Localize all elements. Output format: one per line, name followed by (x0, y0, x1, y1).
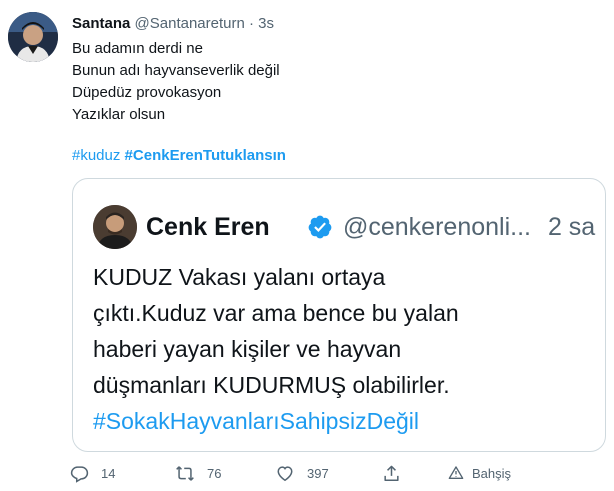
tweet-header: Santana @Santanareturn · 3s (72, 14, 274, 34)
reply-icon (70, 465, 89, 483)
quoted-line: çıktı.Kuduz var ama bence bu yalan (93, 300, 459, 326)
hashtag-link[interactable]: #CenkErenTutuklansın (125, 147, 286, 164)
quoted-timestamp: 2 sa (547, 213, 596, 241)
retweet-count: 76 (207, 465, 222, 481)
quoted-author-handle-time: @cenkerenonli... 2 sa (343, 213, 595, 242)
quoted-author-name: Cenk Eren (146, 213, 270, 241)
retweet-icon (176, 465, 194, 481)
quoted-author-avatar (93, 205, 137, 249)
tip-label: Bahşiş (472, 465, 512, 481)
tweet-line: Yazıklar olsun (72, 106, 166, 123)
tweet-action-bar: 14 76 397 Bahşiş (70, 456, 610, 490)
share-button[interactable] (382, 456, 401, 490)
retweet-button[interactable]: 76 (175, 456, 221, 490)
quoted-line: haberi yayan kişiler ve hayvan (93, 336, 402, 362)
separator-dot: · (249, 15, 254, 32)
author-name[interactable]: Santana (72, 15, 130, 32)
reply-count: 14 (101, 465, 116, 481)
hashtag-link[interactable]: #kuduz (72, 147, 120, 164)
tweet-line: Düpedüz provokasyon (72, 84, 222, 101)
author-avatar[interactable] (8, 12, 58, 62)
tweet-text: Bu adamın derdi ne Bunun adı hayvansever… (72, 38, 280, 126)
quoted-tweet-card[interactable]: Cenk Eren @cenkerenonli... 2 sa KUDUZ Va… (72, 178, 606, 452)
verified-badge-icon (307, 214, 333, 245)
like-count: 397 (307, 465, 329, 481)
quoted-avatar-image (93, 205, 137, 249)
quoted-author-handle: @cenkerenonli... (343, 213, 531, 241)
tweet-hashtags: #kuduz #CenkErenTutuklansın (72, 146, 286, 166)
reply-button[interactable]: 14 (70, 456, 115, 490)
tweet-timestamp[interactable]: 3s (258, 15, 274, 32)
tip-icon (448, 466, 464, 479)
heart-icon (277, 465, 293, 481)
like-button[interactable]: 397 (275, 456, 329, 490)
share-icon (384, 465, 399, 481)
quoted-hashtag: #SokakHayvanlarıSahipsizDeğil (93, 408, 419, 434)
tip-button[interactable]: Bahşiş (448, 456, 511, 490)
quoted-line: düşmanları KUDURMUŞ olabilirler. (93, 372, 450, 398)
author-handle[interactable]: @Santanareturn (135, 15, 245, 32)
tweet-line: Bu adamın derdi ne (72, 40, 203, 57)
avatar-image (8, 12, 58, 62)
quoted-line: KUDUZ Vakası yalanı ortaya (93, 264, 386, 290)
tweet-line: Bunun adı hayvanseverlik değil (72, 62, 280, 79)
quoted-tweet-text: KUDUZ Vakası yalanı ortaya çıktı.Kuduz v… (93, 259, 459, 439)
